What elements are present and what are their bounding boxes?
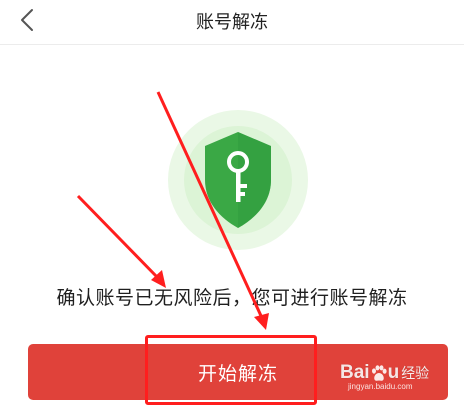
page-title: 账号解冻 [196, 12, 268, 33]
key-tooth-1 [240, 184, 247, 188]
arrow-head-1 [254, 313, 269, 330]
start-unfreeze-label: 开始解冻 [197, 362, 278, 385]
unfreeze-notice: 确认账号已无风险后，您可进行账号解冻 [56, 287, 408, 309]
start-unfreeze-button[interactable]: 开始解冻 [28, 344, 448, 400]
shield-key-icon [168, 110, 308, 250]
header-bar: 账号解冻 [0, 0, 464, 45]
key-tooth-2 [240, 192, 245, 196]
key-shaft [236, 170, 241, 202]
arrow-line-2 [76, 194, 160, 280]
shield-illustration [168, 110, 308, 250]
